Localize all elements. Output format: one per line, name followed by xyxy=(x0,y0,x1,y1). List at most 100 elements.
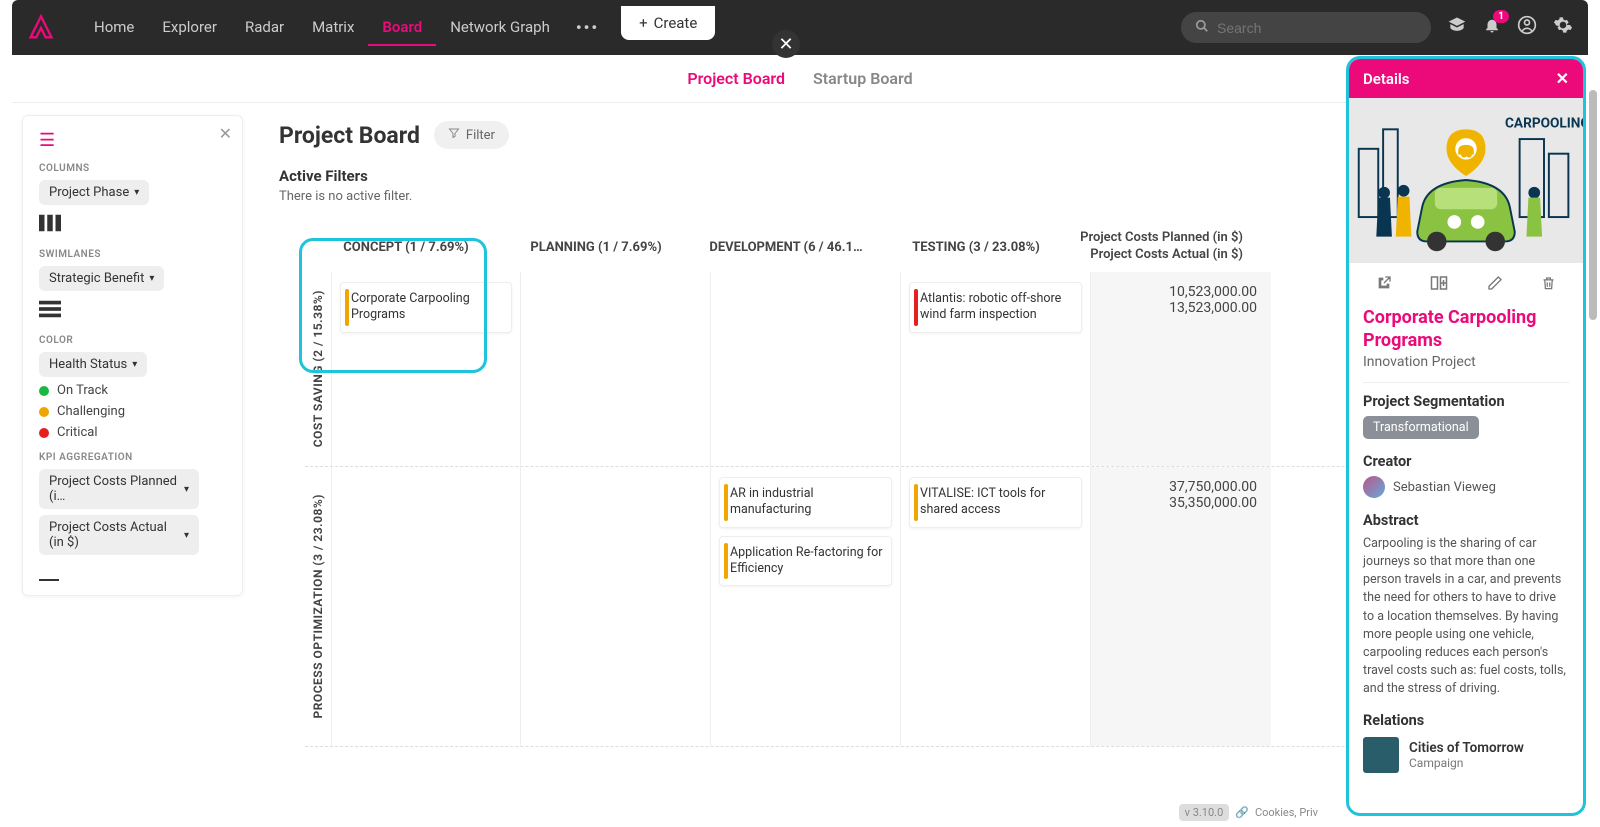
kpi-cell-cost: 10,523,000.00 13,523,000.00 xyxy=(1091,272,1271,466)
cell-planning-cost[interactable] xyxy=(521,272,711,466)
columns-label: COLUMNS xyxy=(39,163,226,174)
bell-icon[interactable]: 1 xyxy=(1483,16,1501,39)
search-icon xyxy=(1195,18,1209,37)
plus-icon: + xyxy=(639,14,648,32)
relations-label: Relations xyxy=(1363,712,1569,729)
academy-icon[interactable] xyxy=(1447,15,1467,40)
legend-critical: Critical xyxy=(39,425,226,440)
card-ar-industrial[interactable]: AR in industrial manufacturing xyxy=(719,477,892,528)
col-head-concept[interactable]: CONCEPT (1 / 7.69%) xyxy=(311,232,501,263)
nav-network-graph[interactable]: Network Graph xyxy=(436,10,564,46)
card-vitalise[interactable]: VITALISE: ICT tools for shared access xyxy=(909,477,1082,528)
cell-testing-cost[interactable]: Atlantis: robotic off-shore wind farm in… xyxy=(901,272,1091,466)
close-icon[interactable]: ✕ xyxy=(219,124,232,143)
nav-radar[interactable]: Radar xyxy=(231,10,298,46)
details-hero-image: CARPOOLING xyxy=(1349,98,1583,263)
edit-icon[interactable] xyxy=(1487,275,1503,295)
relation-sub: Campaign xyxy=(1409,756,1524,770)
kpi-selector-1[interactable]: Project Costs Planned (i… ▾ xyxy=(39,469,199,509)
color-selector[interactable]: Health Status ▾ xyxy=(39,352,147,377)
page-title: Project Board xyxy=(279,122,420,149)
swimlanes-label: SWIMLANES xyxy=(39,249,226,260)
gear-icon[interactable] xyxy=(1553,15,1573,40)
legend-on-track: On Track xyxy=(39,383,226,398)
chevron-down-icon: ▾ xyxy=(134,187,139,198)
cell-testing-process[interactable]: VITALISE: ICT tools for shared access xyxy=(901,467,1091,746)
details-panel: Details ✕ xyxy=(1346,56,1586,816)
open-external-icon[interactable] xyxy=(1376,275,1392,295)
kpi-label: KPI AGGREGATION xyxy=(39,452,226,463)
nav-more[interactable]: ••• xyxy=(564,18,611,37)
details-scrollbar[interactable] xyxy=(1589,90,1597,320)
abstract-text: Carpooling is the sharing of car journey… xyxy=(1363,535,1569,698)
add-relation-icon[interactable] xyxy=(1430,275,1448,295)
kpi-cell-process: 37,750,000.00 35,350,000.00 xyxy=(1091,467,1271,746)
color-label: COLOR xyxy=(39,335,226,346)
segmentation-tag[interactable]: Transformational xyxy=(1363,416,1479,439)
card-corporate-carpooling[interactable]: Corporate Carpooling Programs xyxy=(340,282,512,333)
creator-name: Sebastian Vieweg xyxy=(1393,480,1496,495)
cell-concept-process[interactable] xyxy=(331,467,521,746)
card-atlantis[interactable]: Atlantis: robotic off-shore wind farm in… xyxy=(909,282,1082,333)
segmentation-label: Project Segmentation xyxy=(1363,382,1569,410)
nav-matrix[interactable]: Matrix xyxy=(298,10,368,46)
nav-explorer[interactable]: Explorer xyxy=(148,10,231,46)
nav-home[interactable]: Home xyxy=(80,10,148,46)
user-icon[interactable] xyxy=(1517,15,1537,40)
columns-icon xyxy=(39,213,226,237)
kpi-add-input[interactable] xyxy=(39,563,59,581)
col-head-testing[interactable]: TESTING (3 / 23.08%) xyxy=(881,232,1071,263)
chevron-down-icon: ▾ xyxy=(132,359,137,370)
create-button[interactable]: + Create xyxy=(621,6,715,40)
swimlanes-selector[interactable]: Strategic Benefit ▾ xyxy=(39,266,164,291)
cell-development-process[interactable]: AR in industrial manufacturing Applicati… xyxy=(711,467,901,746)
kpi-selector-2[interactable]: Project Costs Actual (in $) ▾ xyxy=(39,515,199,555)
swimlane-cost-saving: COST SAVING (2 / 15.38%) xyxy=(309,284,327,453)
detail-subtitle: Innovation Project xyxy=(1363,354,1569,370)
columns-selector[interactable]: Project Phase ▾ xyxy=(39,180,149,205)
legend-challenging: Challenging xyxy=(39,404,226,419)
abstract-label: Abstract xyxy=(1363,512,1569,529)
card-app-refactoring[interactable]: Application Re-factoring for Efficiency xyxy=(719,536,892,587)
nav-board[interactable]: Board xyxy=(368,10,436,46)
version-chip[interactable]: v 3.10.0 xyxy=(1179,804,1230,821)
close-tooltip[interactable]: ✕ xyxy=(772,30,800,58)
svg-text:CARPOOLING: CARPOOLING xyxy=(1505,115,1583,131)
app-logo[interactable] xyxy=(27,14,55,42)
relation-thumb xyxy=(1363,737,1399,773)
rows-icon xyxy=(39,299,226,323)
filter-label: Filter xyxy=(466,128,495,143)
close-icon[interactable]: ✕ xyxy=(1556,69,1569,88)
tab-project-board[interactable]: Project Board xyxy=(687,69,785,88)
cell-development-cost[interactable] xyxy=(711,272,901,466)
cookies-link[interactable]: Cookies, Priv xyxy=(1255,806,1318,819)
detail-title: Corporate Carpooling Programs xyxy=(1363,307,1569,352)
cell-planning-process[interactable] xyxy=(521,467,711,746)
kpi-column-head: Project Costs Planned (in $) Project Cos… xyxy=(1071,226,1251,268)
footer: v 3.10.0 🔗 Cookies, Priv xyxy=(1179,804,1318,821)
search-box[interactable] xyxy=(1181,12,1431,43)
chevron-down-icon: ▾ xyxy=(149,273,154,284)
relation-item[interactable]: Cities of Tomorrow Campaign xyxy=(1363,737,1569,773)
config-panel: ✕ ☰ COLUMNS Project Phase ▾ SWIMLANES St… xyxy=(22,115,243,596)
creator-avatar[interactable] xyxy=(1363,476,1385,498)
nav-links: Home Explorer Radar Matrix Board Network… xyxy=(80,10,715,46)
color-value: Health Status xyxy=(49,357,127,372)
swimlane-process-optimization: PROCESS OPTIMIZATION (3 / 23.08%) xyxy=(309,488,327,725)
navbar: Home Explorer Radar Matrix Board Network… xyxy=(12,0,1588,55)
search-input[interactable] xyxy=(1217,20,1417,36)
columns-value: Project Phase xyxy=(49,185,129,200)
col-head-development[interactable]: DEVELOPMENT (6 / 46.1… xyxy=(691,232,881,263)
notif-badge: 1 xyxy=(1493,10,1509,23)
col-head-planning[interactable]: PLANNING (1 / 7.69%) xyxy=(501,232,691,263)
relation-title: Cities of Tomorrow xyxy=(1409,740,1524,756)
cell-concept-cost[interactable]: Corporate Carpooling Programs xyxy=(331,272,521,466)
chevron-down-icon: ▾ xyxy=(184,530,189,541)
trash-icon[interactable] xyxy=(1541,275,1556,295)
filter-button[interactable]: Filter xyxy=(434,121,509,149)
create-label: Create xyxy=(654,14,698,32)
funnel-icon xyxy=(448,127,460,143)
tab-startup-board[interactable]: Startup Board xyxy=(813,69,913,88)
nav-right: 1 xyxy=(1181,12,1573,43)
list-icon[interactable]: ☰ xyxy=(39,130,226,151)
